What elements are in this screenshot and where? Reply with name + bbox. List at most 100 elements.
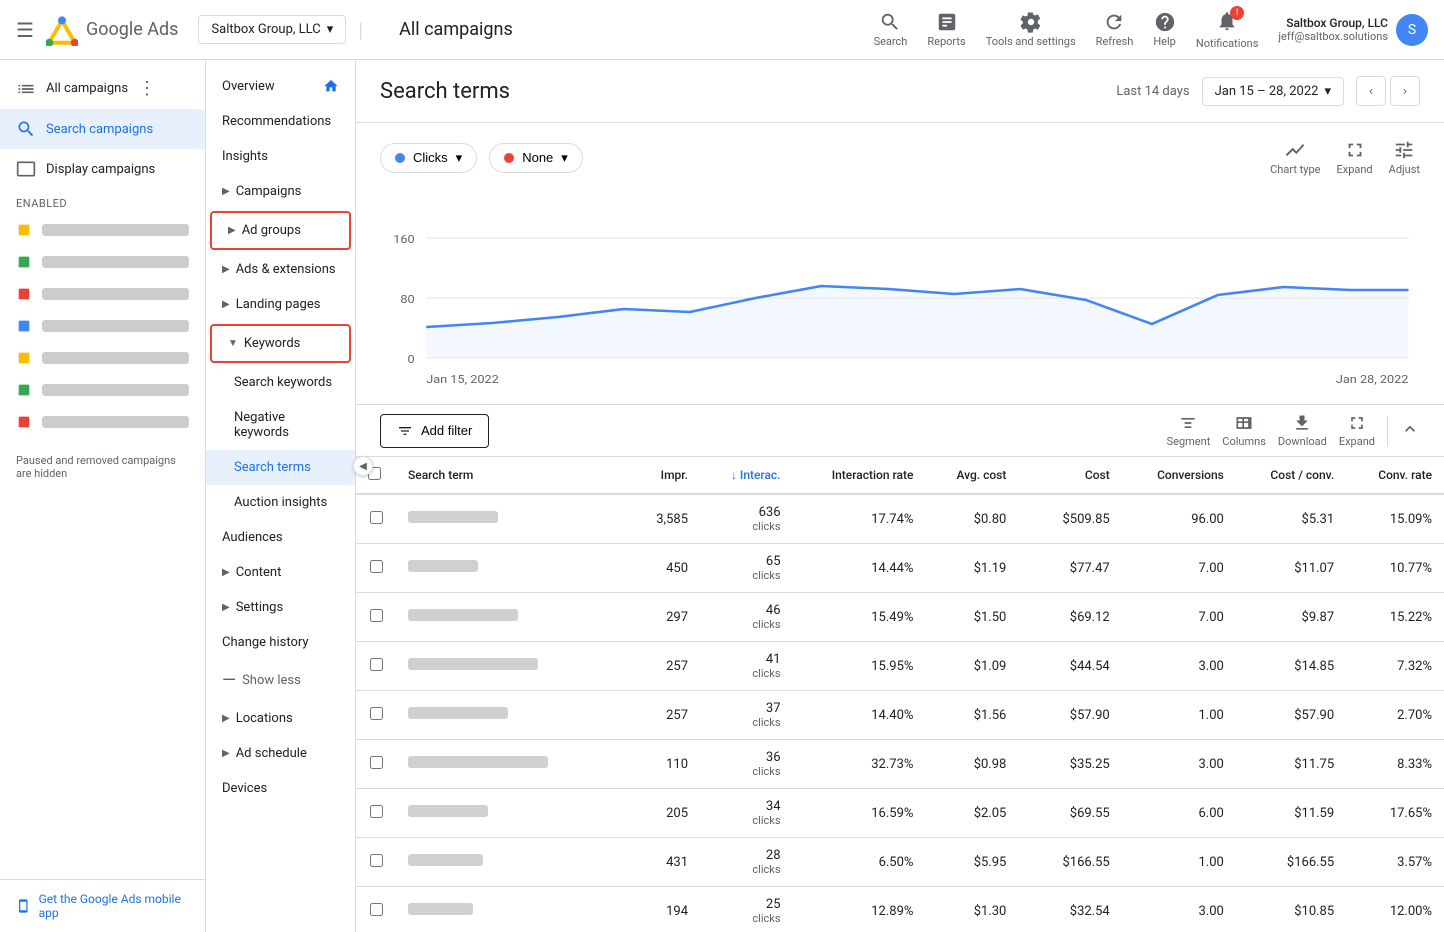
search-action[interactable]: Search (874, 11, 908, 48)
notifications-action[interactable]: ! Notifications (1196, 10, 1259, 50)
sec-item-content[interactable]: ▶ Content (206, 555, 355, 590)
segment-btn[interactable]: Segment (1167, 413, 1211, 448)
sec-item-recommendations-label: Recommendations (222, 114, 331, 129)
left-sidebar: All campaigns ⋮ Search campaigns Display… (0, 60, 206, 932)
sec-item-search-terms[interactable]: Search terms (206, 450, 355, 485)
sec-item-negative-keywords[interactable]: Negative keywords (206, 400, 355, 450)
sidebar-campaign-6[interactable] (0, 374, 205, 406)
metric1-btn[interactable]: Clicks ▾ (380, 143, 477, 173)
metric2-btn[interactable]: None ▾ (489, 143, 583, 173)
sidebar-item-all-campaigns[interactable]: All campaigns ⋮ (0, 68, 205, 109)
sidebar-item-search-campaigns[interactable]: Search campaigns (0, 109, 205, 149)
sec-item-auction-insights[interactable]: Auction insights (206, 485, 355, 520)
download-btn[interactable]: Download (1278, 413, 1327, 448)
sec-item-recommendations[interactable]: Recommendations (206, 104, 355, 139)
row-conversions: 1.00 (1122, 838, 1236, 887)
table-row: 257 37 clicks 14.40% $1.56 $57.90 1.00 $… (356, 691, 1444, 740)
col-conv-rate: Conv. rate (1346, 457, 1444, 494)
campaign-name-blurred-4 (42, 320, 189, 332)
row-cost: $69.12 (1018, 593, 1121, 642)
sec-item-change-history[interactable]: Change history (206, 625, 355, 660)
account-selector[interactable]: Saltbox Group, LLC ▾ (198, 15, 346, 44)
row-cost-conv: $166.55 (1236, 838, 1346, 887)
row-interactions: 28 clicks (700, 838, 793, 887)
chart-type-action[interactable]: Chart type (1270, 139, 1320, 176)
row-cost-conv: $11.75 (1236, 740, 1346, 789)
sec-item-show-less-label: Show less (242, 673, 301, 688)
sidebar-campaign-5[interactable] (0, 342, 205, 374)
sec-item-devices[interactable]: Devices (206, 771, 355, 806)
sec-item-locations[interactable]: ▶ Locations (206, 701, 355, 736)
row-avg-cost: $0.98 (925, 740, 1018, 789)
row-checkbox[interactable] (356, 838, 396, 887)
sec-item-overview[interactable]: Overview (206, 68, 355, 104)
row-checkbox[interactable] (356, 887, 396, 932)
row-checkbox[interactable] (356, 740, 396, 789)
mobile-app-link[interactable]: Get the Google Ads mobile app (0, 879, 205, 932)
help-action[interactable]: Help (1153, 11, 1176, 48)
row-cost-conv: $5.31 (1236, 494, 1346, 544)
sec-item-search-keywords[interactable]: Search keywords (206, 365, 355, 400)
add-filter-label: Add filter (421, 423, 472, 438)
row-checkbox[interactable] (356, 642, 396, 691)
tools-action[interactable]: Tools and settings (986, 11, 1076, 48)
sec-item-show-less[interactable]: — Show less (206, 660, 355, 701)
chart-adjust-action[interactable]: Adjust (1389, 139, 1420, 176)
row-cost: $69.55 (1018, 789, 1121, 838)
row-search-term (396, 691, 629, 740)
sec-item-content-label: Content (236, 565, 282, 580)
user-email: jeff@saltbox.solutions (1278, 30, 1388, 43)
sec-item-keywords[interactable]: ▼ Keywords (210, 324, 351, 363)
sidebar-campaign-7[interactable] (0, 406, 205, 438)
col-interactions[interactable]: ↓ Interac. (700, 457, 793, 494)
refresh-action[interactable]: Refresh (1096, 11, 1134, 48)
sidebar-more-icon[interactable]: ⋮ (138, 78, 156, 99)
row-checkbox[interactable] (356, 544, 396, 593)
sec-item-landing-pages-label: Landing pages (236, 297, 321, 312)
notifications-label: Notifications (1196, 37, 1259, 50)
sidebar-campaign-4[interactable] (0, 310, 205, 342)
sec-item-devices-label: Devices (222, 781, 267, 796)
sec-item-settings[interactable]: ▶ Settings (206, 590, 355, 625)
sec-item-ad-schedule[interactable]: ▶ Ad schedule (206, 736, 355, 771)
row-checkbox[interactable] (356, 789, 396, 838)
sidebar-campaign-3[interactable] (0, 278, 205, 310)
sec-item-audiences[interactable]: Audiences (206, 520, 355, 555)
content-header: Search terms Last 14 days Jan 15 – 28, 2… (356, 60, 1444, 123)
sec-item-ad-groups[interactable]: ▶ Ad groups (210, 211, 351, 250)
hamburger-icon[interactable]: ☰ (16, 18, 34, 42)
sidebar-campaign-2[interactable] (0, 246, 205, 278)
prev-date-btn[interactable]: ‹ (1356, 76, 1386, 106)
avatar[interactable]: S (1396, 14, 1428, 46)
row-conv-rate: 15.22% (1346, 593, 1444, 642)
sec-item-insights[interactable]: Insights (206, 139, 355, 174)
columns-btn[interactable]: Columns (1222, 413, 1266, 448)
sec-item-campaigns[interactable]: ▶ Campaigns (206, 174, 355, 209)
columns-label: Columns (1222, 435, 1266, 448)
sidebar-campaign-1[interactable] (0, 214, 205, 246)
chart-expand-action[interactable]: Expand (1336, 139, 1372, 176)
row-cost-conv: $10.85 (1236, 887, 1346, 932)
collapse-table-btn[interactable] (1400, 419, 1420, 443)
notification-badge: ! (1230, 6, 1244, 20)
table-header-row: Search term Impr. ↓ Interac. Interaction… (356, 457, 1444, 494)
sec-item-ads-extensions[interactable]: ▶ Ads & extensions (206, 252, 355, 287)
refresh-label: Refresh (1096, 35, 1134, 48)
row-checkbox[interactable] (356, 494, 396, 544)
table-row: 297 46 clicks 15.49% $1.50 $69.12 7.00 $… (356, 593, 1444, 642)
sec-item-search-keywords-label: Search keywords (234, 375, 332, 390)
row-checkbox[interactable] (356, 691, 396, 740)
collapse-sidebar-btn[interactable]: ◀ (353, 456, 373, 476)
next-date-btn[interactable]: › (1390, 76, 1420, 106)
add-filter-btn[interactable]: Add filter (380, 414, 489, 448)
sec-item-landing-pages[interactable]: ▶ Landing pages (206, 287, 355, 322)
date-picker[interactable]: Jan 15 – 28, 2022 ▾ (1202, 77, 1344, 106)
page-title: Search terms (380, 79, 1104, 104)
separator: | (358, 18, 363, 42)
expand-btn[interactable]: Expand (1339, 413, 1375, 448)
top-nav: ☰ Google Ads Saltbox Group, LLC ▾ | All … (0, 0, 1444, 60)
row-checkbox[interactable] (356, 593, 396, 642)
sidebar-item-display-campaigns[interactable]: Display campaigns (0, 149, 205, 189)
row-conv-rate: 8.33% (1346, 740, 1444, 789)
reports-action[interactable]: Reports (927, 11, 965, 48)
